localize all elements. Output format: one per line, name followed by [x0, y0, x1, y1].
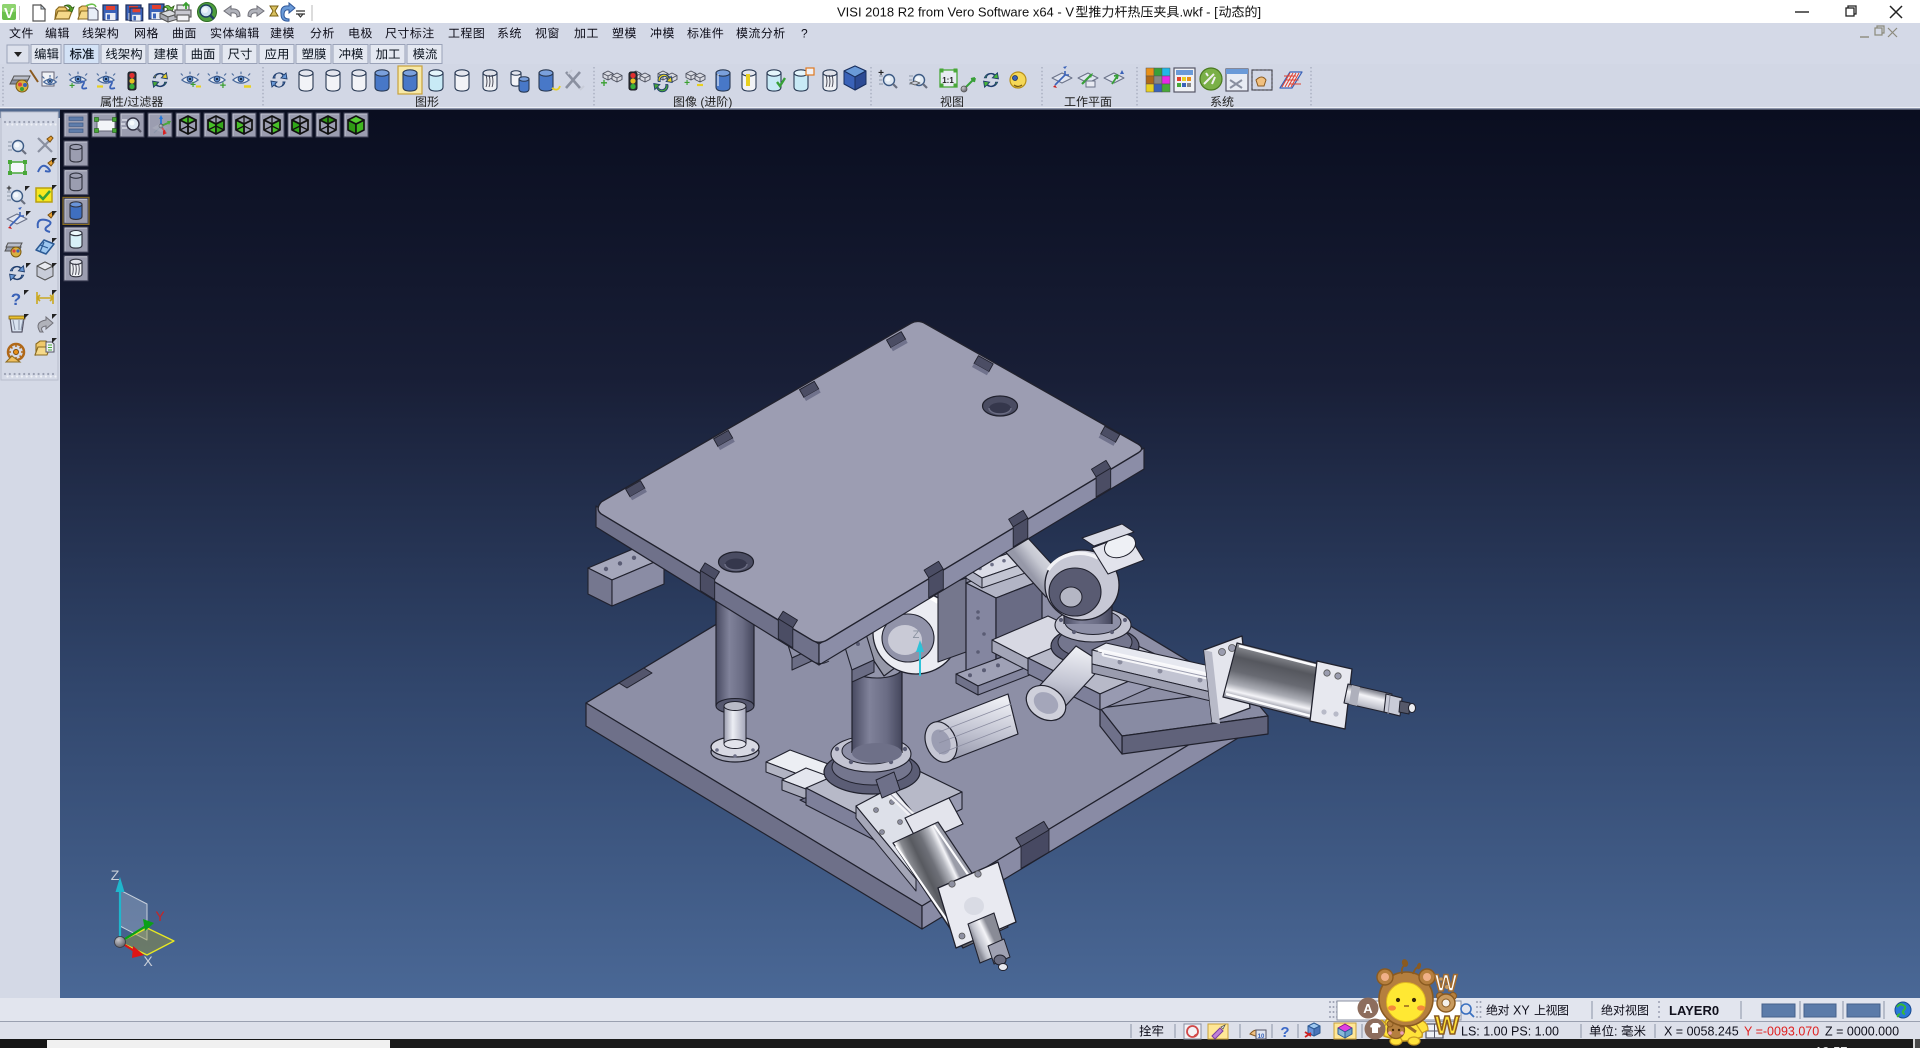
svg-text:+: + — [190, 80, 196, 91]
svg-text:Y: Y — [155, 908, 165, 924]
svg-text:Z: Z — [111, 867, 120, 883]
svg-text:+: + — [220, 80, 226, 92]
svg-text:XY: XY — [1513, 1004, 1530, 1018]
svg-text:Z = 0000.000: Z = 0000.000 — [1825, 1025, 1899, 1039]
svg-text:19:57: 19:57 — [1815, 1044, 1848, 1048]
svg-text:?: ? — [1280, 1024, 1289, 1041]
svg-text:]: ] — [1257, 5, 1261, 20]
svg-text:X = 0058.245: X = 0058.245 — [1664, 1025, 1739, 1039]
svg-text:V: V — [4, 5, 14, 22]
svg-text:+: + — [600, 76, 607, 90]
svg-text:?: ? — [11, 290, 21, 309]
svg-text:W: W — [1435, 1010, 1460, 1040]
svg-text:): ) — [728, 95, 732, 109]
svg-text:A: A — [1363, 1001, 1373, 1016]
svg-text:?: ? — [801, 27, 808, 41]
svg-text:+: + — [878, 68, 884, 79]
svg-text:1:1: 1:1 — [942, 76, 954, 85]
svg-text:Z: Z — [913, 629, 920, 641]
svg-text:X: X — [143, 953, 153, 969]
svg-text::: : — [1614, 1025, 1617, 1039]
svg-text:VISI 2018 R2 from Vero Softwar: VISI 2018 R2 from Vero Software x64 - V — [837, 5, 1074, 20]
svg-text:Y =-0093.070: Y =-0093.070 — [1744, 1025, 1819, 1039]
svg-text:.wkf - [: .wkf - [ — [1179, 5, 1218, 20]
svg-text:+: + — [69, 81, 75, 92]
svg-text:10: 10 — [1258, 1034, 1265, 1040]
svg-text:LAYER0: LAYER0 — [1669, 1003, 1719, 1018]
svg-text:LS: 1.00 PS: 1.00: LS: 1.00 PS: 1.00 — [1461, 1025, 1559, 1039]
svg-text:+: + — [684, 78, 690, 89]
svg-text:(: ( — [700, 95, 704, 109]
svg-text:+: + — [6, 183, 11, 193]
